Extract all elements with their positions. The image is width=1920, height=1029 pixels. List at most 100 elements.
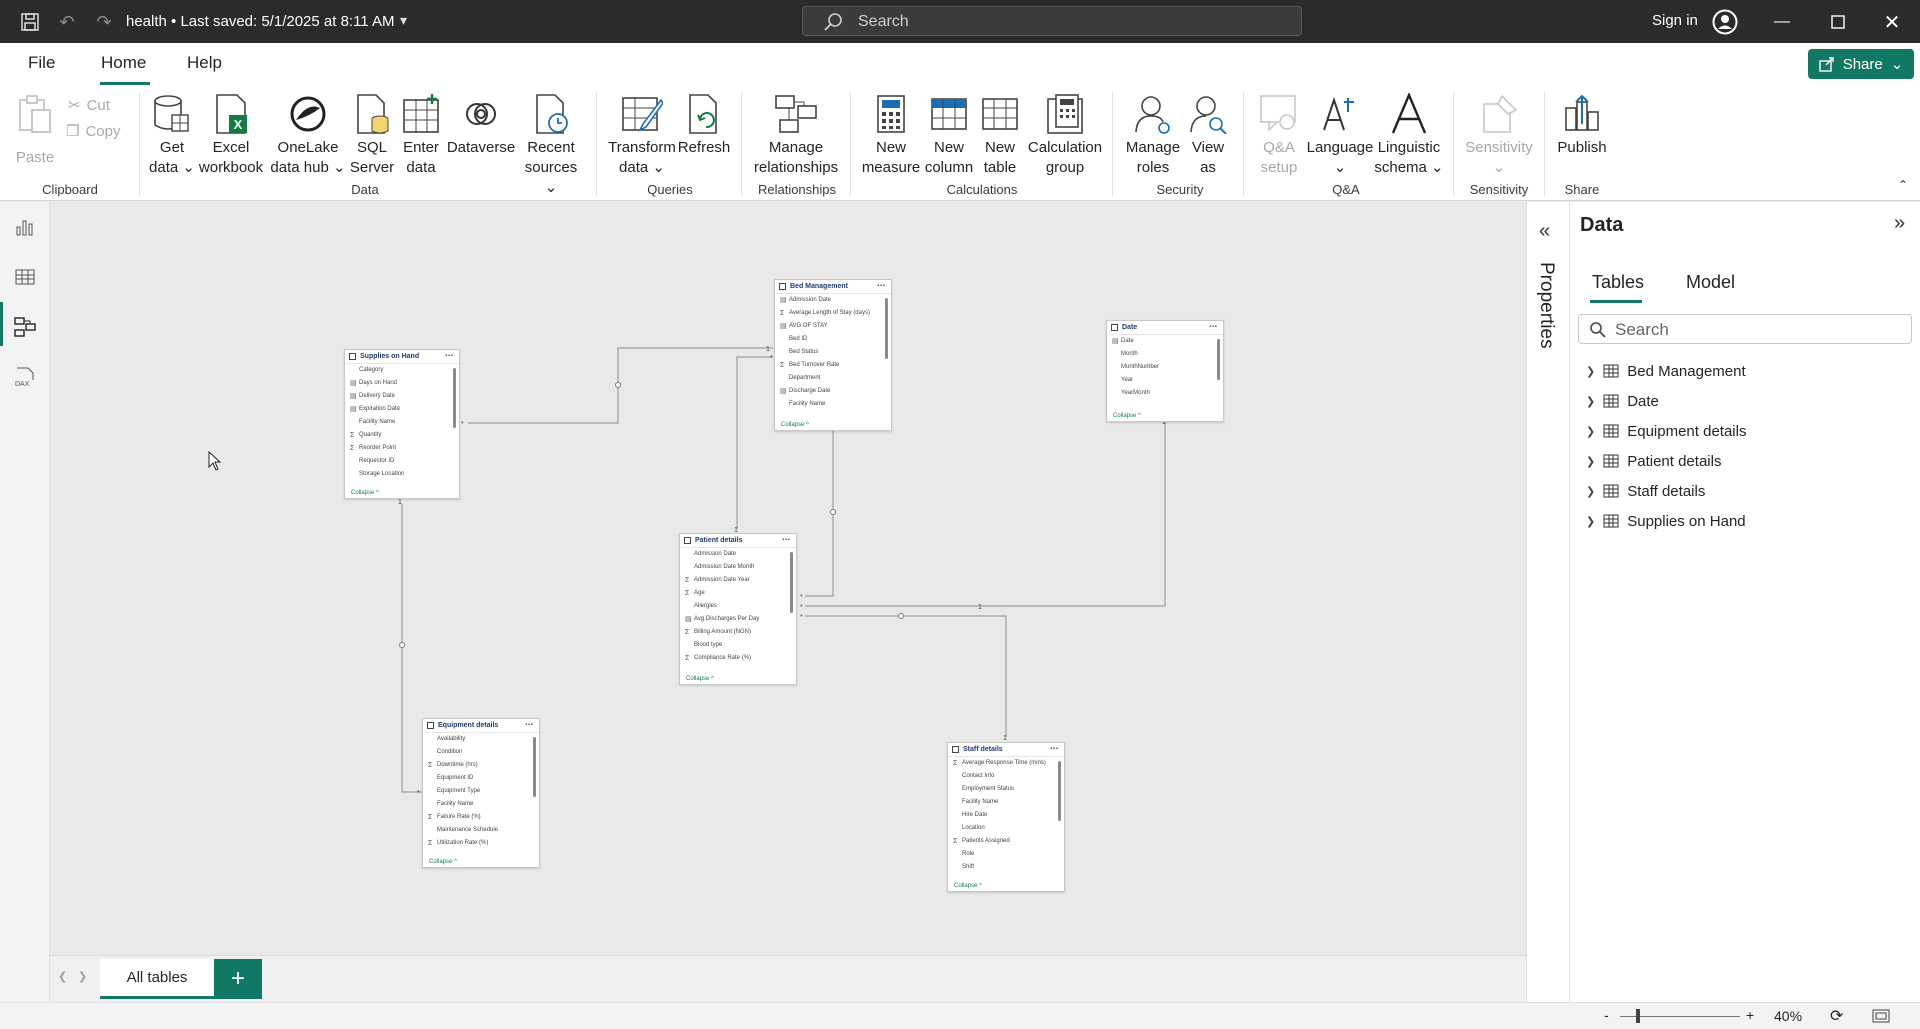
enter-data-button[interactable]: Enter data [398,92,444,178]
table-field[interactable]: Σ Failure Rate (%) [423,811,539,824]
recent-sources-button[interactable]: Recent sources ⌄ [520,92,582,198]
table-field[interactable]: Σ Billing Amount (NGN) [680,626,796,639]
zoom-slider-thumb[interactable] [1636,1009,1640,1023]
chevron-double-right-icon[interactable]: » [1894,212,1905,235]
table-field[interactable]: Facility Name [423,798,539,811]
table-card-equipment[interactable]: Equipment details ⋯ Availability Condition Σ… [422,718,540,868]
table-card-patient[interactable]: Patient details ⋯ Admission Date Admission … [679,533,797,685]
table-field[interactable]: Month [1107,348,1223,361]
collapse-ribbon-icon[interactable]: ⌃ [1898,178,1908,192]
table-card-header[interactable]: Date ⋯ [1107,321,1223,335]
table-field[interactable]: ▤ Date [1107,335,1223,348]
chevron-double-left-icon[interactable]: « [1539,220,1550,243]
table-field[interactable]: Σ Quantity [345,429,459,442]
calculation-group-button[interactable]: Calculation group [1024,92,1106,178]
zoom-out-button[interactable]: - [1604,1007,1609,1023]
dataverse-button[interactable]: Dataverse [446,92,516,158]
chevron-right-icon[interactable]: ❯ [1586,365,1595,378]
table-field[interactable]: Σ Average Response Time (mins) [948,757,1064,770]
qa-setup-button[interactable]: Q&A setup [1254,92,1304,178]
excel-workbook-button[interactable]: X Excel workbook [198,92,264,178]
table-card-scrollbar[interactable] [1058,761,1061,821]
collapse-link[interactable]: Collapse ^ [781,422,809,428]
tab-file[interactable]: File [28,53,55,73]
table-field[interactable]: ▤ Admission Date [775,294,891,307]
table-card-scrollbar[interactable] [790,552,793,613]
table-field[interactable]: Contact Info [948,770,1064,783]
table-field[interactable]: Location [948,822,1064,835]
table-card-header[interactable]: Equipment details ⋯ [423,719,539,733]
table-card-header[interactable]: Bed Management ⋯ [775,280,891,294]
sign-in-link[interactable]: Sign in [1652,12,1698,29]
table-card-scrollbar[interactable] [453,368,456,428]
model-canvas[interactable]: * 1 1 * 1 1 1 1 1 * * * * Supplies on Ha… [50,202,1526,955]
view-as-button[interactable]: View as [1186,92,1230,178]
table-card-supplies[interactable]: Supplies on Hand ⋯ Category ▤ Days on Hand ▤ D… [344,349,460,499]
redo-icon[interactable]: ↷ [92,10,116,34]
table-field[interactable]: Σ Admission Date Year [680,574,796,587]
add-layout-button[interactable]: + [214,959,262,999]
table-field[interactable]: Storage Location [345,468,459,481]
table-field[interactable]: Σ Bed Turnover Rate [775,359,891,372]
manage-roles-button[interactable]: Manage roles [1122,92,1184,178]
table-field[interactable]: Category [345,364,459,377]
scroll-right-icon[interactable]: ❯ [78,970,87,983]
table-card-date[interactable]: Date ⋯ ▤ Date Month MonthNumber Year YearMonth C… [1106,320,1224,422]
data-tree-item[interactable]: ❯ Bed Management [1586,358,1746,384]
zoom-in-button[interactable]: + [1746,1007,1754,1023]
table-field[interactable]: Facility Name [345,416,459,429]
dax-query-view-icon[interactable]: DAX [12,364,38,390]
table-field[interactable]: Shift [948,861,1064,874]
new-column-button[interactable]: New column [922,92,976,178]
minimize-icon[interactable]: — [1768,8,1796,36]
sensitivity-button[interactable]: Sensitivity ⌄ [1458,92,1540,178]
table-field[interactable]: Σ Age [680,587,796,600]
publish-button[interactable]: Publish [1550,92,1614,158]
get-data-button[interactable]: Get data ⌄ [146,92,198,178]
chevron-right-icon[interactable]: ❯ [1586,455,1595,468]
collapse-link[interactable]: Collapse ^ [351,490,379,496]
table-field[interactable]: ▤ Delivery Date [345,390,459,403]
table-field[interactable]: ▤ Avg Discharges Per Day [680,613,796,626]
new-measure-button[interactable]: New measure [860,92,922,178]
table-field[interactable]: Facility Name [948,796,1064,809]
table-view-icon[interactable] [12,264,38,290]
table-field[interactable]: ▤ Discharge Date [775,385,891,398]
more-options-icon[interactable]: ⋯ [877,281,885,290]
language-button[interactable]: Language ⌄ [1306,92,1374,178]
tab-all-tables[interactable]: All tables [100,959,214,999]
table-field[interactable]: Blood type [680,639,796,652]
linguistic-schema-button[interactable]: Linguistic schema ⌄ [1374,92,1444,178]
table-card-bed[interactable]: Bed Management ⋯ ▤ Admission Date Σ Average L… [774,279,892,431]
table-card-scrollbar[interactable] [533,737,536,797]
table-field[interactable]: Σ Utilization Rate (%) [423,837,539,850]
table-field[interactable]: Hire Date [948,809,1064,822]
more-options-icon[interactable]: ⋯ [782,535,790,544]
share-button[interactable]: Share ⌄ [1808,49,1914,79]
data-tree-item[interactable]: ❯ Equipment details [1586,418,1746,444]
table-field[interactable]: Condition [423,746,539,759]
model-view-icon[interactable] [12,314,38,340]
table-card-header[interactable]: Staff details ⋯ [948,743,1064,757]
manage-relationships-button[interactable]: Manage relationships [748,92,844,178]
table-field[interactable]: Equipment Type [423,785,539,798]
report-view-icon[interactable] [12,214,38,240]
data-search-input[interactable]: Search [1578,314,1912,344]
table-field[interactable]: Department [775,372,891,385]
table-field[interactable]: Year [1107,374,1223,387]
collapse-link[interactable]: Collapse ^ [1113,413,1141,419]
chevron-down-icon[interactable]: ▾ [400,12,407,29]
fit-to-screen-icon[interactable] [1872,1009,1890,1023]
tab-tables[interactable]: Tables [1592,272,1644,293]
save-icon[interactable] [18,10,42,34]
chevron-right-icon[interactable]: ❯ [1586,425,1595,438]
collapse-link[interactable]: Collapse ^ [429,859,457,865]
table-card-scrollbar[interactable] [885,298,888,359]
search-input[interactable]: Search [802,6,1302,36]
table-field[interactable]: Σ Compliance Rate (%) [680,652,796,665]
table-field[interactable]: MonthNumber [1107,361,1223,374]
scroll-left-icon[interactable]: ❮ [58,970,67,983]
sql-server-button[interactable]: SQL Server [350,92,394,178]
chevron-right-icon[interactable]: ❯ [1586,395,1595,408]
paste-button[interactable]: Paste [12,92,58,168]
